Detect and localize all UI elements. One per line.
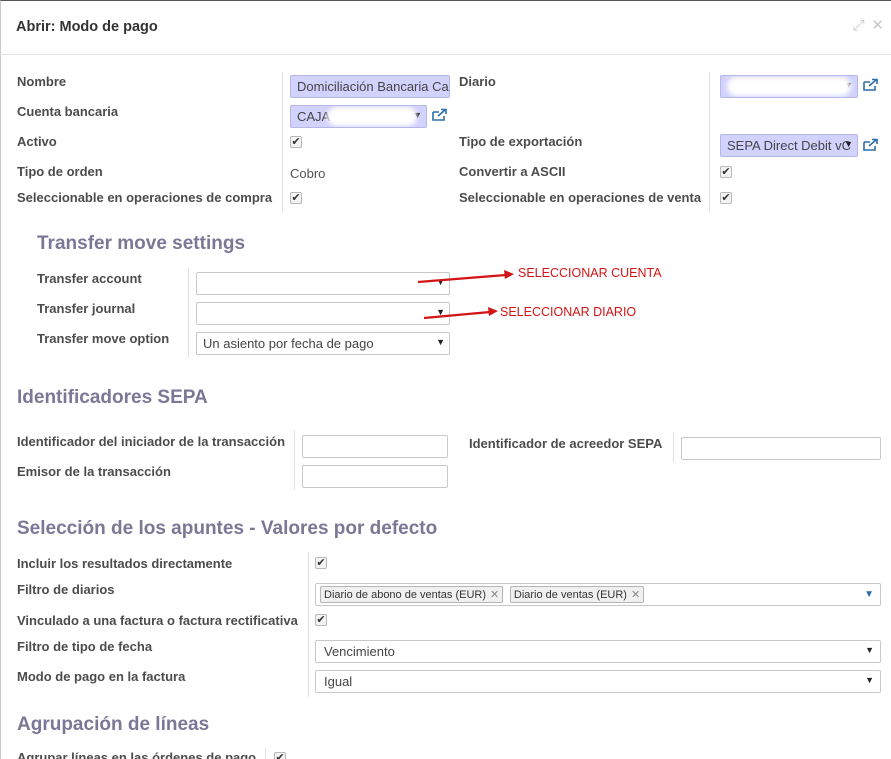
transfer-option-select[interactable]: Un asiento por fecha de pago ▼ [196,332,450,355]
apuntes-section-title: Selección de los apuntes - Valores por d… [17,518,438,539]
external-link-icon[interactable] [862,138,879,152]
chevron-down-icon: ▼ [865,675,874,685]
cuenta-bancaria-label: Cuenta bancaria [17,104,119,119]
remove-tag-icon[interactable]: ✕ [631,589,640,601]
chevron-down-icon: ▼ [844,139,853,149]
filtro-diarios-field[interactable]: Diario de abono de ventas (EUR) ✕ Diario … [315,583,881,606]
journal-tag: Diario de abono de ventas (EUR) ✕ [320,586,504,603]
sepa-section-title: Identificadores SEPA [17,387,208,408]
transfer-account-label: Transfer account [37,271,142,286]
divider [709,72,710,212]
tipo-exportacion-label: Tipo de exportación [459,134,583,149]
modo-pago-select[interactable]: Igual ▼ [315,670,881,693]
external-link-icon[interactable] [431,108,448,122]
vinculado-label: Vinculado a una factura o factura rectif… [17,613,298,628]
chevron-down-icon[interactable]: ▼ [864,589,874,600]
divider [265,748,266,759]
arrow-head-icon [488,307,498,316]
chevron-down-icon: ▼ [865,645,874,655]
header-divider [0,54,891,55]
acreedor-label: Identificador de acreedor SEPA [469,436,663,451]
redacted-area [690,442,810,454]
vinculado-checkbox[interactable]: ✔ [315,614,327,626]
convertir-ascii-label: Convertir a ASCII [459,164,566,179]
expand-icon[interactable]: ⤢ [853,16,866,34]
sel-compra-label: Seleccionable en operaciones de compra [17,190,273,205]
divider [188,268,189,358]
filtro-diarios-label: Filtro de diarios [17,582,115,597]
activo-label: Activo [17,134,57,149]
diario-label: Diario [459,74,496,89]
incluir-checkbox[interactable]: ✔ [315,557,327,569]
incluir-label: Incluir los resultados directamente [17,556,233,571]
chevron-down-icon: ▼ [413,110,422,120]
diario-select[interactable]: ▼ [720,75,858,98]
iniciador-label: Identificador del iniciador de la transa… [17,434,286,449]
header-icons: ⤢ ✕ [853,16,885,34]
arrow-head-icon [504,270,514,279]
divider [282,72,283,212]
emisor-input[interactable] [302,465,448,488]
nombre-field[interactable]: Domiciliación Bancaria Ca [290,75,450,98]
redacted-area [731,81,847,92]
divider [294,430,295,490]
convertir-ascii-checkbox[interactable]: ✔ [720,166,732,178]
filtro-fecha-select[interactable]: Vencimiento ▼ [315,640,881,663]
tipo-orden-label: Tipo de orden [17,164,103,179]
transfer-option-label: Transfer move option [37,331,170,346]
cuenta-bancaria-select[interactable]: CAJA ▼ [290,105,427,128]
agrupar-label: Agrupar líneas en las órdenes de pago [17,750,257,759]
activo-checkbox[interactable]: ✔ [290,136,302,148]
acreedor-input[interactable] [681,437,881,460]
sel-compra-checkbox[interactable]: ✔ [290,192,302,204]
journal-tag: Diario de ventas (EUR) ✕ [509,586,645,603]
iniciador-input[interactable] [302,435,448,458]
divider [308,552,309,697]
annotation-arrows [417,270,514,320]
sel-venta-label: Seleccionable en operaciones de venta [459,190,702,205]
remove-tag-icon[interactable]: ✕ [490,589,499,601]
annotation-seleccionar-diario: SELECCIONAR DIARIO [500,305,637,319]
modo-pago-label: Modo de pago en la factura [17,669,186,684]
agrupacion-section-title: Agrupación de líneas [17,714,210,735]
agrupar-checkbox[interactable]: ✔ [274,752,286,759]
transfer-journal-label: Transfer journal [37,301,136,316]
filtro-fecha-label: Filtro de tipo de fecha [17,639,153,654]
chevron-down-icon: ▼ [436,337,445,347]
external-link-icon[interactable] [862,78,879,92]
redacted-area [331,111,413,122]
close-icon[interactable]: ✕ [871,16,885,34]
transfer-section-title: Transfer move settings [37,233,246,254]
tipo-exportacion-select[interactable]: SEPA Direct Debit vC ▼ [720,134,858,157]
modal-title: Abrir: Modo de pago [16,19,158,35]
annotation-seleccionar-cuenta: SELECCIONAR CUENTA [518,266,662,280]
divider [673,432,674,462]
emisor-label: Emisor de la transacción [17,464,171,479]
nombre-label: Nombre [17,74,67,89]
tipo-orden-value: Cobro [290,166,326,181]
sel-venta-checkbox[interactable]: ✔ [720,192,732,204]
